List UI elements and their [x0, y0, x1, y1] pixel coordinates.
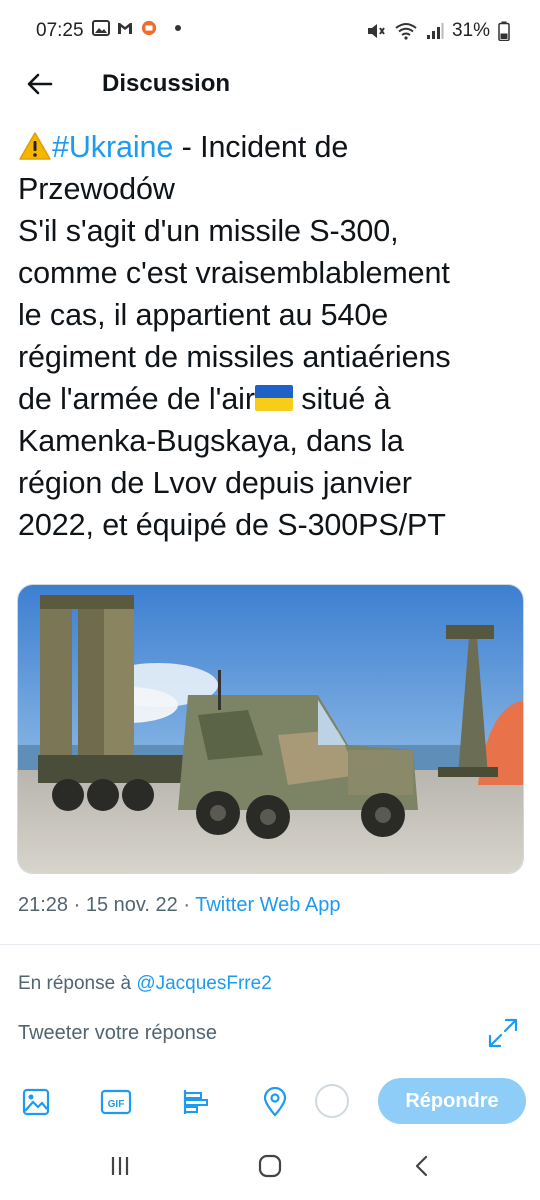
- reply-toolbar: GIF Répondre: [0, 1076, 540, 1126]
- mute-icon: [367, 24, 385, 38]
- back-button[interactable]: [22, 66, 58, 102]
- meta-separator: ·: [68, 894, 86, 916]
- signal-icon: [426, 23, 444, 39]
- home-icon: [258, 1154, 282, 1178]
- reply-to-label: En réponse à: [18, 973, 137, 994]
- battery-percentage: 31%: [451, 20, 490, 41]
- gif-button[interactable]: GIF: [100, 1086, 132, 1118]
- missile-truck-photo: [18, 585, 523, 873]
- meta-separator-2: ·: [177, 894, 196, 916]
- reply-button[interactable]: Répondre: [378, 1078, 526, 1124]
- tweet-text: #Ukraine - Incident de Przewodów S'il s'…: [18, 126, 523, 546]
- tweet-line-3: S'il s'agit d'un missile S-300,: [18, 214, 399, 248]
- page-title: Discussion: [102, 70, 231, 97]
- location-pin-icon: [263, 1087, 287, 1117]
- dot-icon: [175, 25, 181, 31]
- home-button[interactable]: [252, 1152, 288, 1180]
- back-arrow-icon: [27, 73, 53, 95]
- hashtag-link[interactable]: #Ukraine: [52, 130, 173, 164]
- gallery-icon: [92, 20, 110, 36]
- recent-apps-button[interactable]: [102, 1152, 138, 1180]
- tweet-line-10: 2022, et équipé de S-300PS/PT: [18, 508, 446, 542]
- status-time: 07:25: [36, 20, 84, 41]
- status-left-icons: [92, 20, 182, 36]
- reply-to-line: En réponse à @JacquesFrre2: [18, 973, 272, 995]
- warning-icon: [19, 132, 51, 160]
- poll-button[interactable]: [180, 1086, 212, 1118]
- gmail-icon: [118, 23, 132, 34]
- svg-text:GIF: GIF: [108, 1099, 125, 1110]
- reply-to-handle[interactable]: @JacquesFrre2: [136, 973, 271, 994]
- system-nav-bar: [0, 1138, 540, 1200]
- expand-icon: [488, 1018, 518, 1048]
- app-notification-icon: [141, 20, 157, 36]
- app-header: Discussion: [0, 62, 540, 106]
- tweet-line-1: - Incident de: [173, 130, 349, 164]
- divider: [0, 944, 540, 945]
- wifi-icon: [395, 23, 417, 40]
- tweet-line-5: le cas, il appartient au 540e: [18, 298, 389, 332]
- chevron-left-icon: [415, 1155, 428, 1177]
- system-back-button[interactable]: [404, 1152, 440, 1180]
- tweet-line-7: de l'armée de l'air: [18, 382, 255, 416]
- status-right: 31%: [366, 20, 510, 42]
- tweet-time: 21:28: [18, 894, 69, 916]
- tweet-line-7-end: situé à: [292, 382, 391, 416]
- tweet-meta: 21:28 · 15 nov. 22 · Twitter Web App: [18, 894, 340, 917]
- reply-compose-input[interactable]: Tweeter votre réponse: [18, 1022, 217, 1045]
- character-count-ring: [315, 1084, 349, 1118]
- poll-icon: [183, 1090, 208, 1114]
- recent-apps-icon: [111, 1157, 129, 1175]
- tweet-source-app[interactable]: Twitter Web App: [195, 894, 340, 916]
- battery-icon: [498, 21, 510, 41]
- status-bar: 07:25 31%: [0, 0, 540, 62]
- tweet-line-9: région de Lvov depuis janvier: [18, 466, 412, 500]
- media-button[interactable]: [20, 1086, 52, 1118]
- expand-compose-button[interactable]: [486, 1016, 520, 1050]
- tweet-line-6: régiment de missiles antiaériens: [18, 340, 451, 374]
- tweet-line-8: Kamenka-Bugskaya, dans la: [18, 424, 404, 458]
- tweet-date: 15 nov. 22: [85, 894, 178, 916]
- location-button[interactable]: [259, 1086, 291, 1118]
- tweet-photo[interactable]: [17, 584, 524, 874]
- gif-icon: GIF: [100, 1089, 132, 1115]
- tweet-line-2: Przewodów: [18, 172, 175, 206]
- ukraine-flag-icon: [254, 385, 293, 411]
- tweet-line-4: comme c'est vraisemblablement: [18, 256, 450, 290]
- image-icon: [22, 1088, 50, 1116]
